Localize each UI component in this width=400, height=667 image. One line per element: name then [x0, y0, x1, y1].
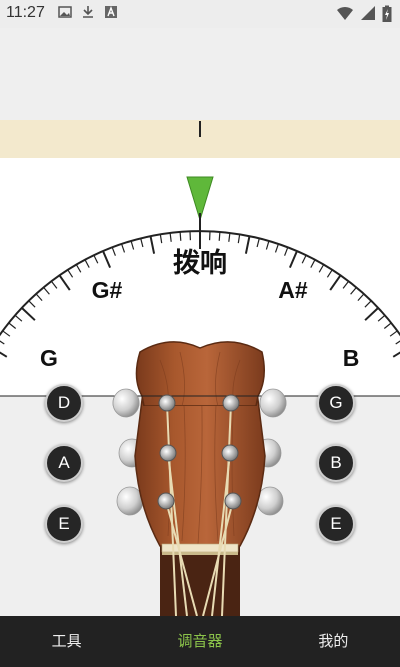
string-button-g[interactable]: G — [317, 384, 355, 422]
status-notification-icons — [58, 5, 118, 19]
headstock-body — [134, 396, 266, 547]
dial-tick — [228, 232, 231, 242]
dial-tick — [130, 240, 135, 250]
dial-tick — [50, 280, 58, 289]
wifi-icon — [337, 6, 353, 20]
dial-tick — [140, 238, 144, 248]
dial-tick — [244, 235, 251, 254]
tab-tools[interactable]: 工具 — [0, 616, 133, 667]
dial-tick — [318, 264, 325, 273]
dial-tick — [43, 287, 50, 295]
dial-tick — [288, 250, 298, 268]
status-time: 11:27 — [6, 4, 45, 21]
battery-charging-icon — [382, 5, 392, 22]
note-label-upper-right: A# — [278, 277, 308, 303]
dial-tick — [237, 234, 241, 244]
string-button-b[interactable]: B — [317, 444, 355, 482]
dial-tick — [218, 231, 221, 241]
dial-tick — [364, 307, 379, 321]
dial-tick — [121, 243, 126, 253]
dial-tick — [93, 254, 99, 264]
dial-tick — [329, 274, 342, 291]
fine-tuning-needle — [199, 121, 201, 137]
note-label-upper-left: G# — [92, 277, 123, 303]
dial-tick — [326, 269, 333, 278]
dial-tick — [21, 307, 36, 321]
status-system-icons — [336, 5, 392, 23]
string-button-a[interactable]: A — [45, 444, 83, 482]
download-icon — [83, 6, 93, 18]
dial-tick — [342, 280, 350, 289]
dial-tick — [14, 314, 23, 322]
dial-tick — [84, 259, 90, 268]
signal-icon — [361, 6, 375, 20]
dial-tick — [179, 231, 182, 241]
dial-tick — [28, 300, 36, 308]
dial-tick — [274, 243, 279, 253]
tab-tuner[interactable]: 调音器 — [133, 616, 266, 667]
dial-tick — [67, 269, 74, 278]
tab-mine[interactable]: 我的 — [267, 616, 400, 667]
dial-tick — [35, 293, 43, 302]
dial-tick — [58, 274, 71, 291]
tuner-top-area — [0, 28, 400, 120]
dial-tick — [102, 250, 112, 268]
status-bar: 11:27 — [0, 0, 400, 28]
string-button-e-low[interactable]: E — [45, 505, 83, 543]
dial-tick — [377, 314, 386, 322]
dial-tick — [350, 287, 357, 295]
dial-tick — [159, 234, 163, 244]
dial-tick — [75, 264, 82, 273]
dial-tick — [357, 293, 365, 302]
image-icon — [58, 6, 72, 18]
dial-tick — [256, 238, 260, 248]
dial-tick — [301, 254, 307, 264]
dial-tick — [169, 232, 172, 242]
dial-tick — [265, 240, 270, 250]
guitar-neck — [160, 546, 240, 616]
string-button-d[interactable]: D — [45, 384, 83, 422]
dial-tick — [284, 247, 289, 256]
text-a-icon — [105, 6, 117, 18]
dial-tick — [310, 259, 316, 268]
string-button-e-high[interactable]: E — [317, 505, 355, 543]
bottom-nav: 工具 调音器 我的 — [0, 616, 400, 667]
dial-tick — [364, 300, 372, 308]
dial-tick — [111, 247, 116, 256]
pluck-label: 拨响 — [173, 247, 227, 279]
dial-tick — [149, 235, 156, 254]
